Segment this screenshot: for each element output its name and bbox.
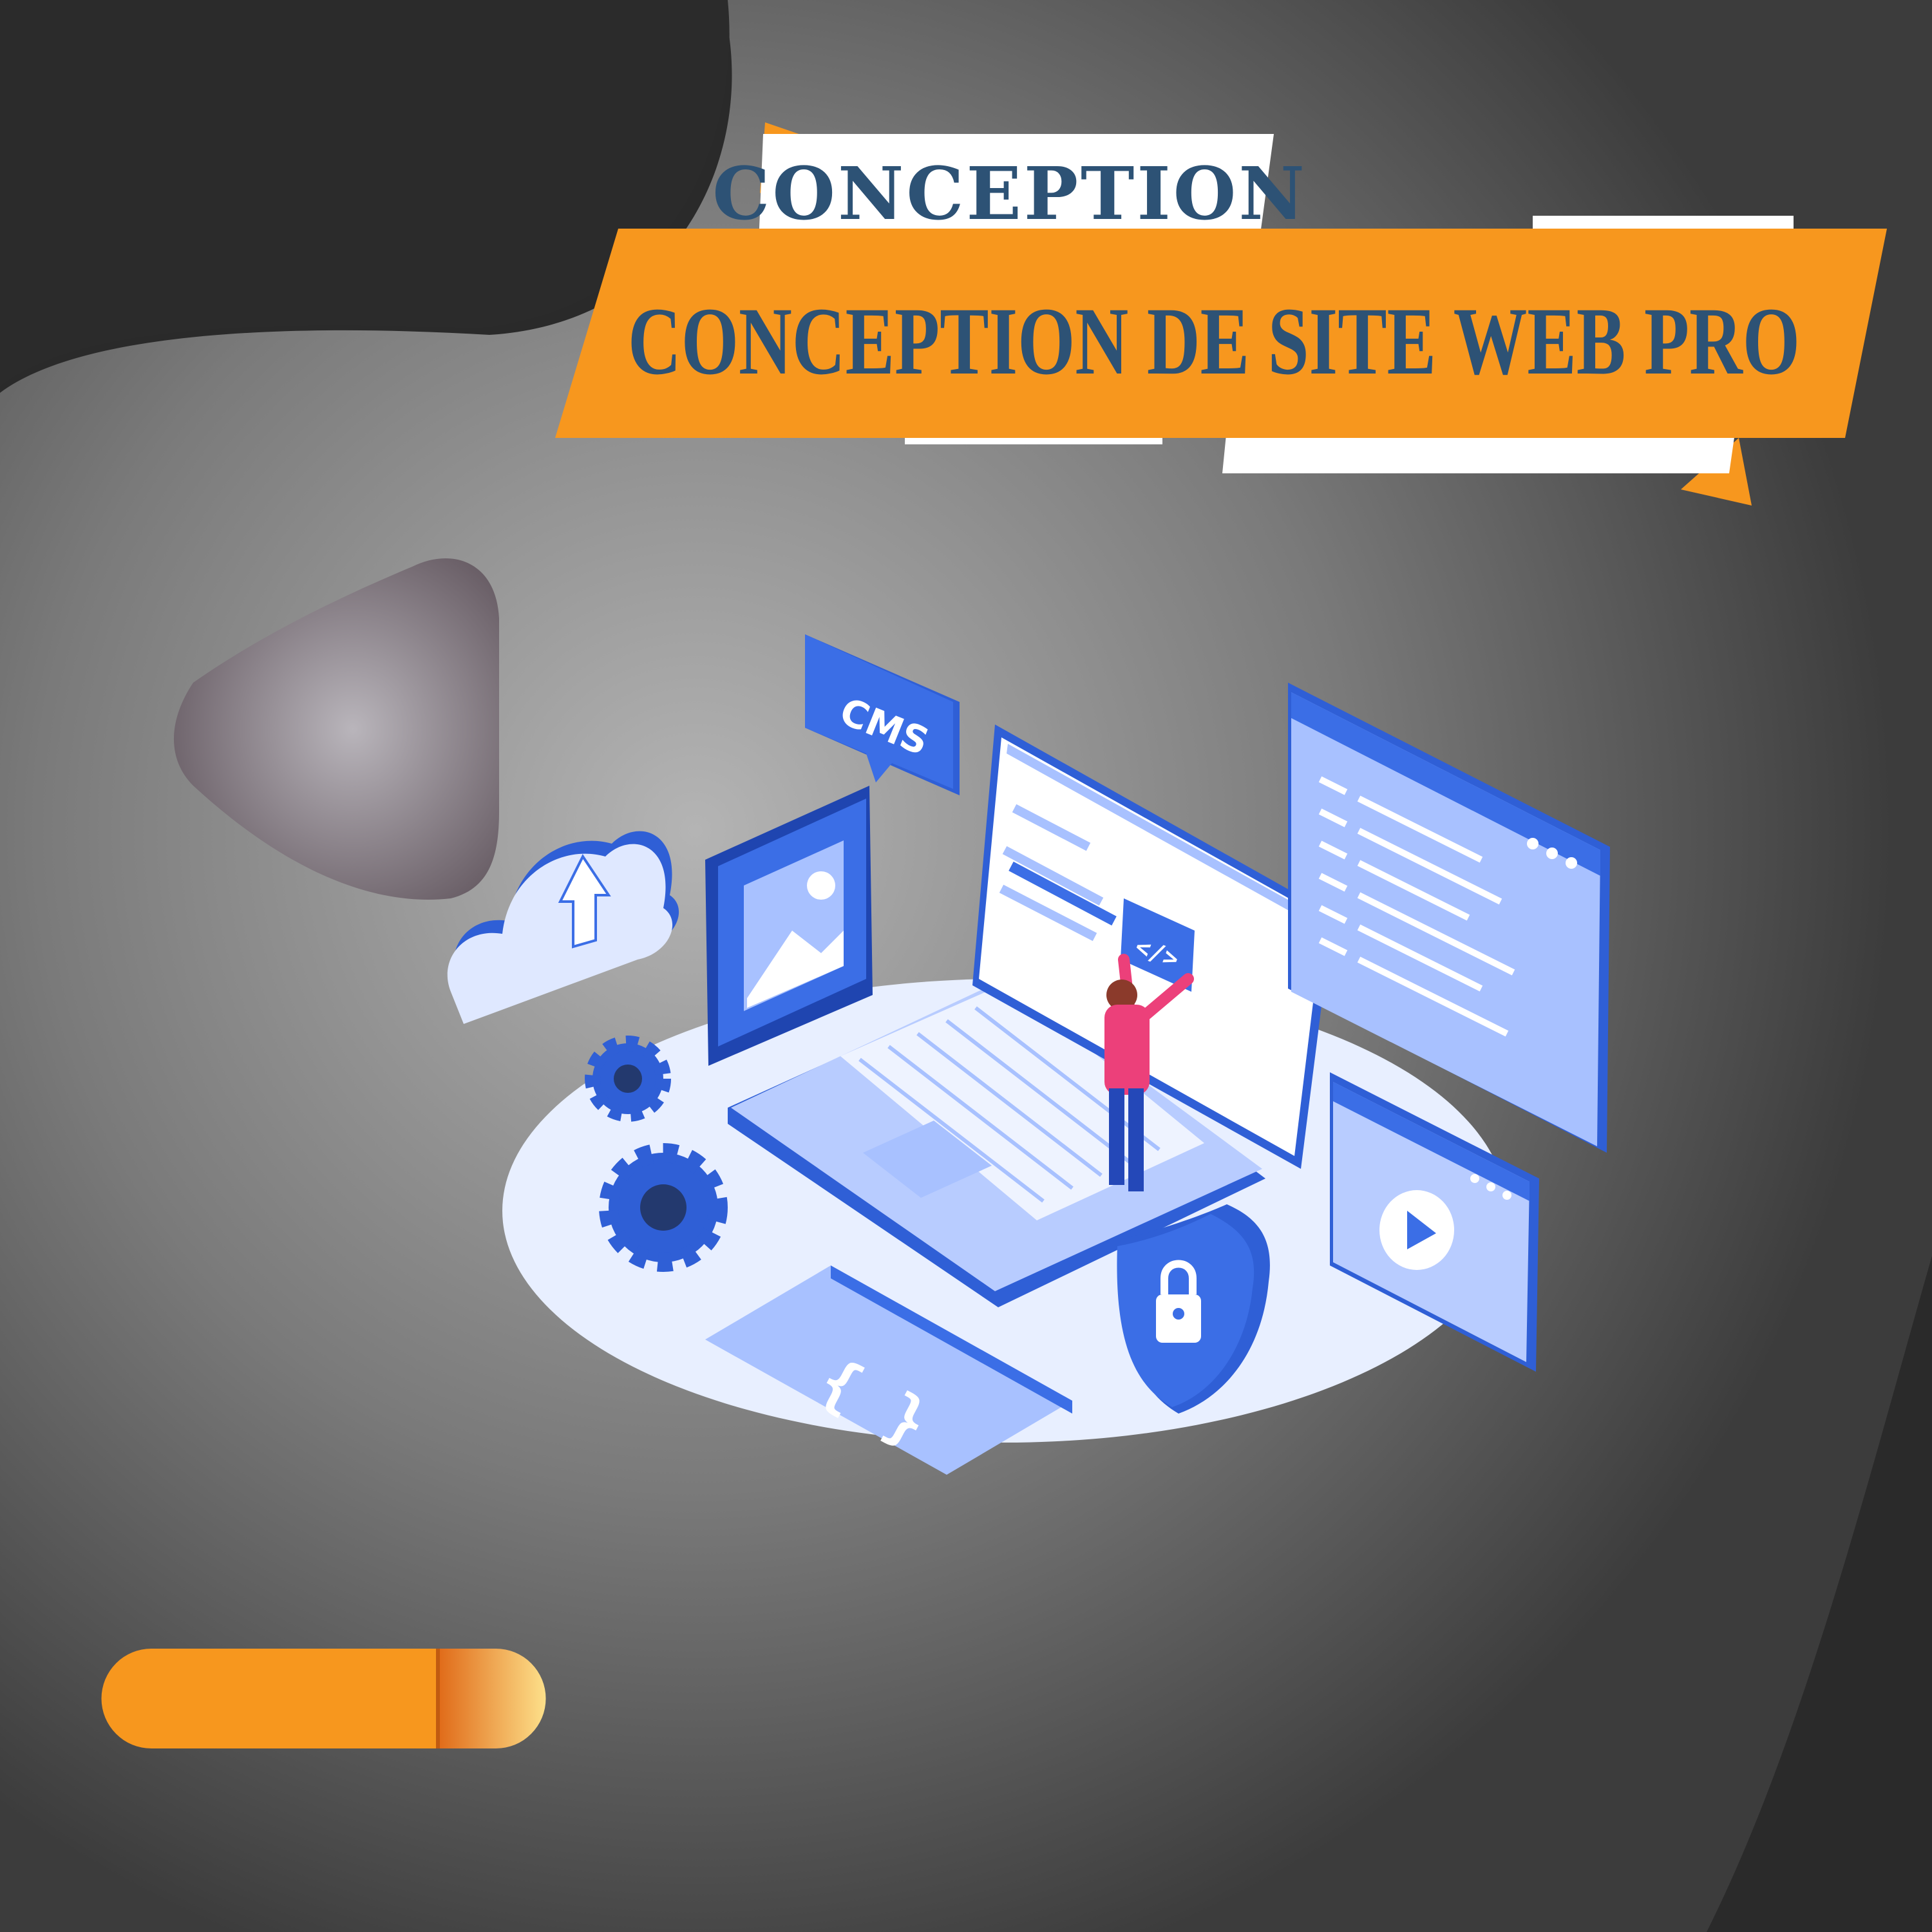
large-gear-icon (599, 1143, 728, 1272)
video-play-icon (1379, 1190, 1454, 1270)
small-gear-icon (585, 1036, 671, 1122)
banner-top-word: CONCEPTION (712, 152, 1307, 236)
orange-pill-decoration (101, 1649, 546, 1748)
promo-poster: CONCEPTION CONCEPTION DE SITE WEB PRO CM… (0, 0, 1932, 1932)
banner-main-title: CONCEPTION DE SITE WEB PRO (628, 288, 1800, 395)
